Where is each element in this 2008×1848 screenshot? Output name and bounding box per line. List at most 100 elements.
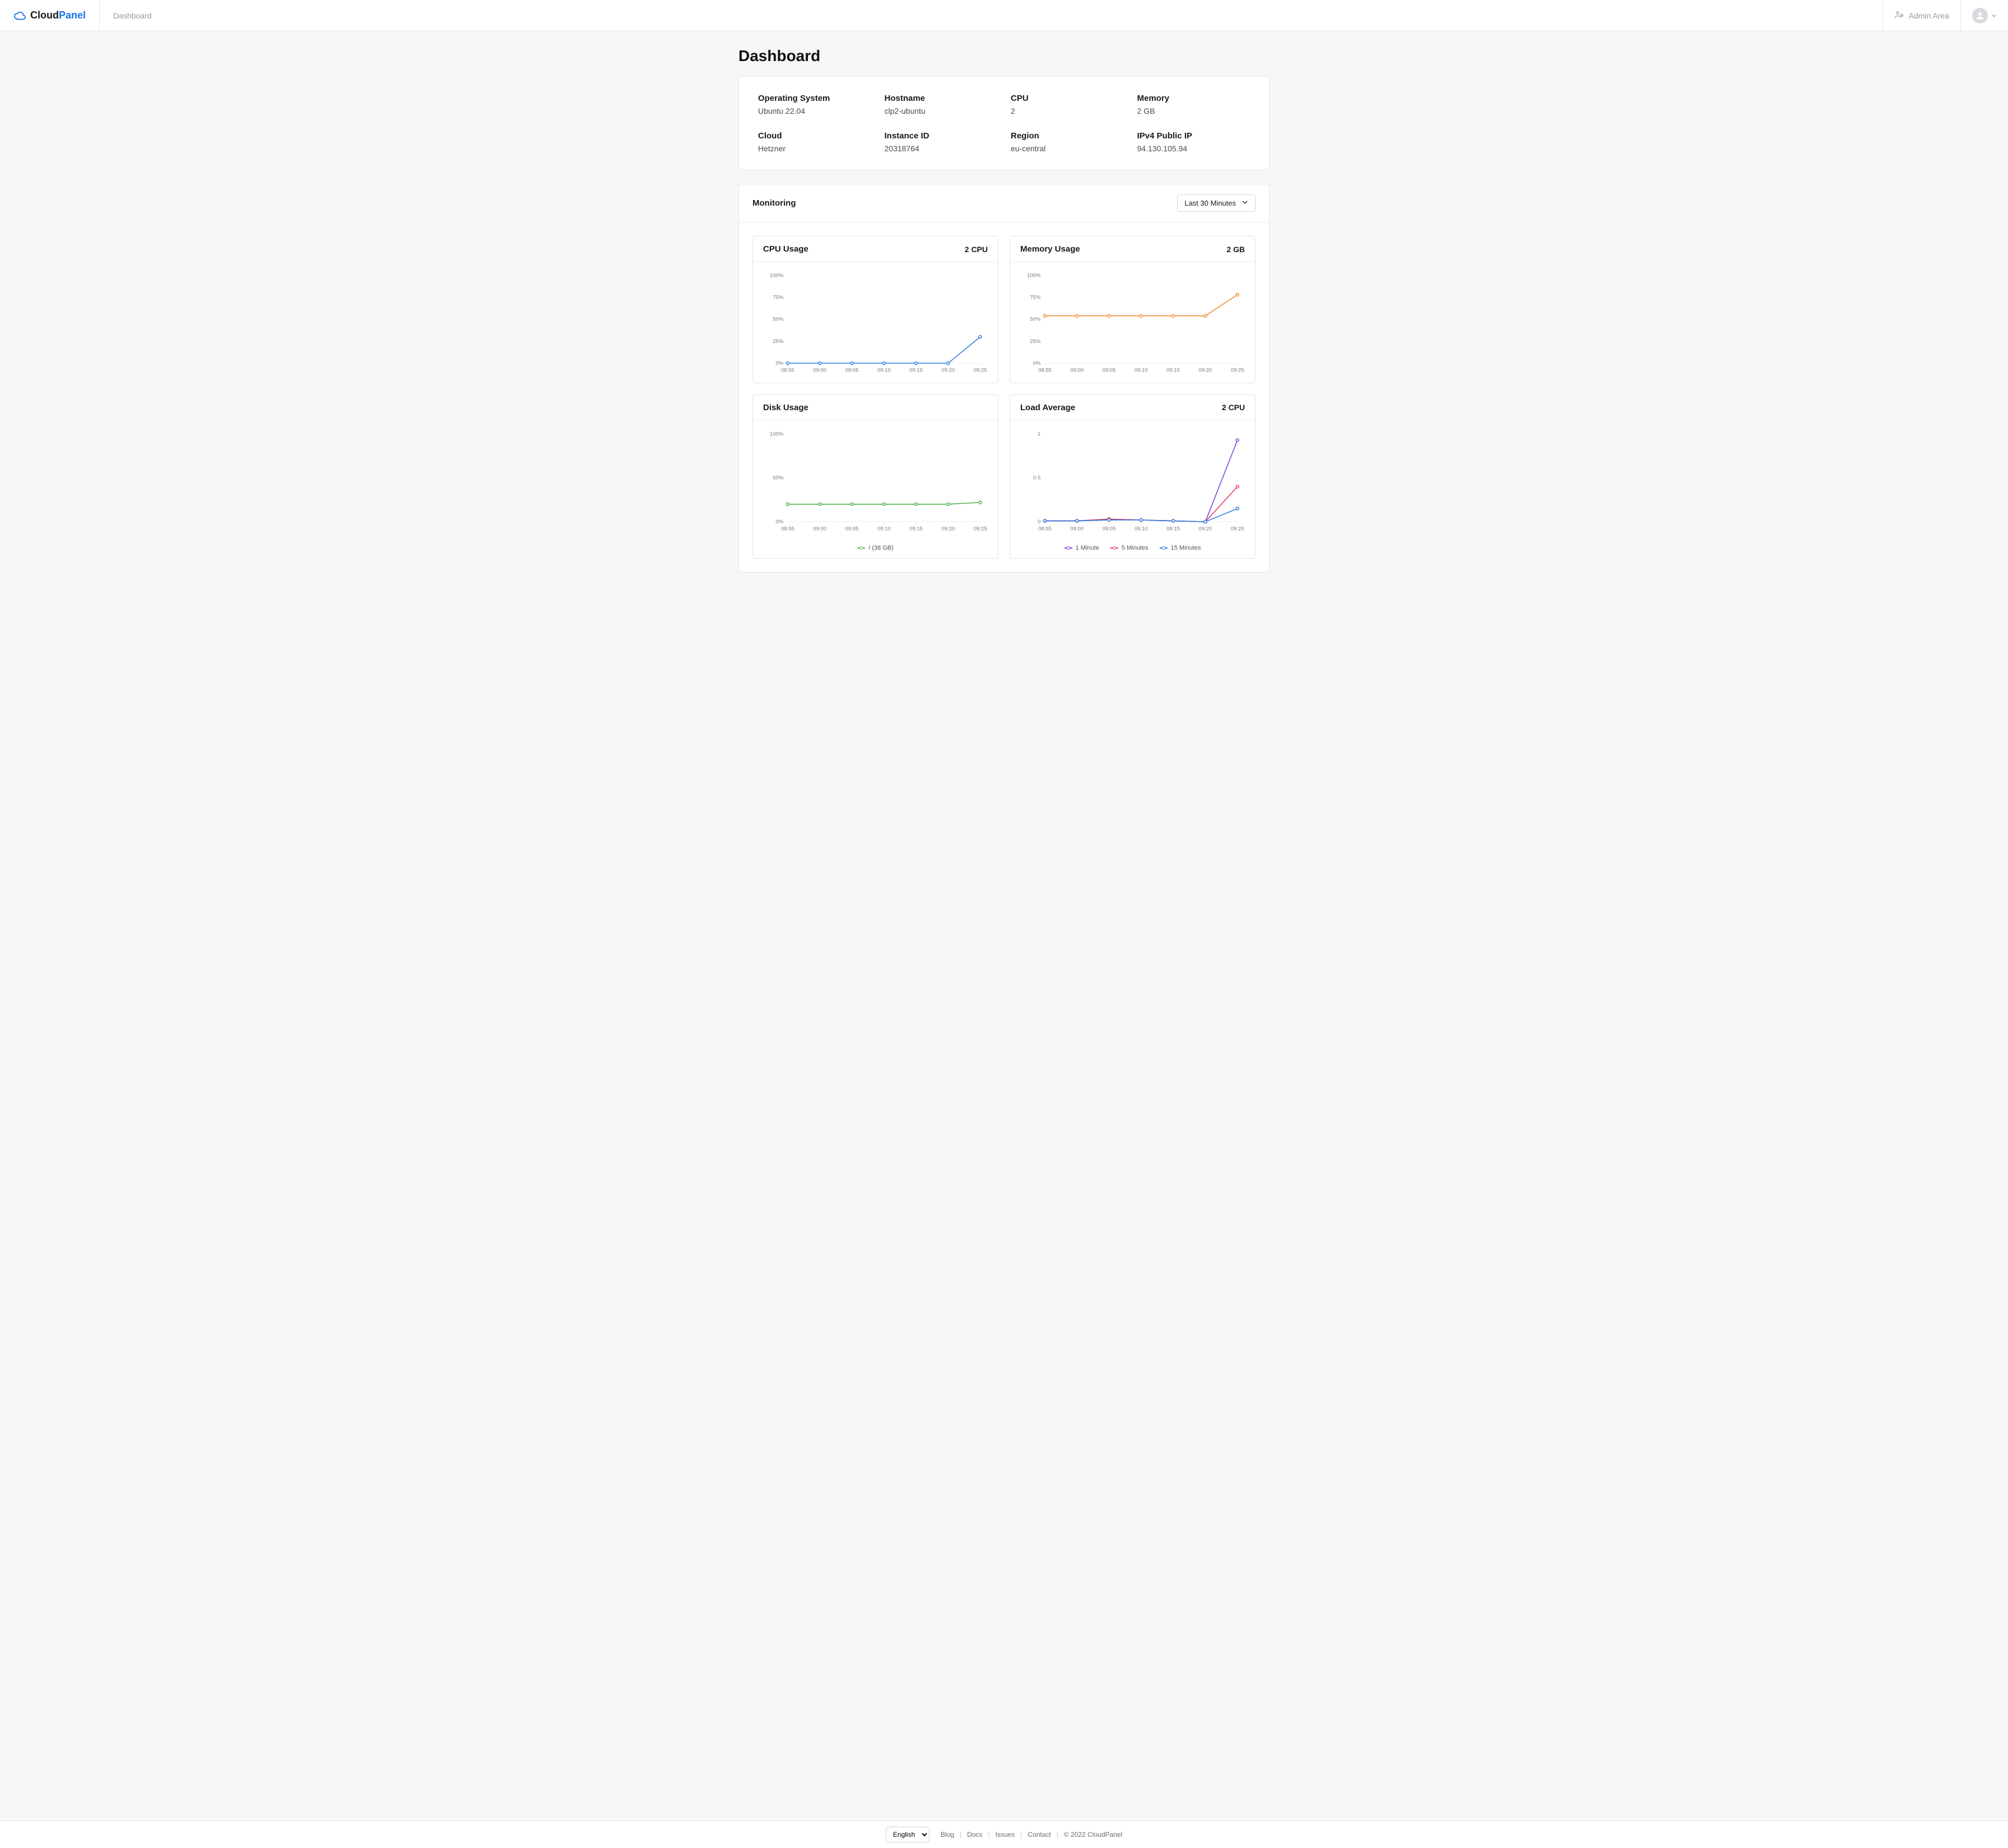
footer-link-contact[interactable]: Contact (1028, 1831, 1051, 1838)
svg-text:0%: 0% (776, 519, 784, 525)
brand-logo[interactable]: CloudPanel (0, 0, 100, 31)
language-select[interactable]: English (886, 1827, 929, 1842)
info-label: Operating System (758, 94, 871, 103)
svg-text:09:10: 09:10 (1135, 526, 1148, 532)
chart-svg: 0%25%50%75%100%08:5509:0009:0509:1009:15… (763, 270, 988, 377)
info-label: Hostname (885, 94, 998, 103)
info-cell: Memory 2 GB (1137, 94, 1251, 115)
svg-text:09:20: 09:20 (1198, 526, 1212, 532)
info-value: 2 (1011, 106, 1124, 115)
chart-legend: 1 Minute 5 Minutes 15 Minutes (1010, 541, 1255, 558)
svg-text:25%: 25% (773, 338, 784, 345)
footer-copyright: © 2022 CloudPanel (1064, 1831, 1122, 1838)
chart-load: Load Average2 CPU00.5108:5509:0009:0509:… (1010, 394, 1256, 559)
legend-item: 1 Minute (1065, 545, 1099, 551)
svg-text:75%: 75% (773, 295, 784, 301)
chart-memory: Memory Usage2 GB0%25%50%75%100%08:5509:0… (1010, 236, 1256, 383)
svg-text:09:00: 09:00 (813, 526, 826, 532)
svg-text:09:10: 09:10 (877, 526, 891, 532)
svg-text:100%: 100% (770, 272, 784, 278)
svg-text:50%: 50% (773, 317, 784, 323)
user-menu[interactable] (1960, 0, 2008, 31)
legend-item: 5 Minutes (1110, 545, 1149, 551)
system-info-card: Operating SystemUbuntu 22.04Hostnameclp2… (738, 76, 1270, 170)
time-range-dropdown[interactable]: Last 30 Minutes (1177, 194, 1256, 212)
time-range-label: Last 30 Minutes (1184, 199, 1236, 207)
chart-svg: 00.5108:5509:0009:0509:1009:1509:2009:25 (1020, 429, 1245, 536)
legend-item: 15 Minutes (1160, 545, 1201, 551)
chart-svg: 0%50%100%08:5509:0009:0509:1009:1509:200… (763, 429, 988, 536)
chart-meta: 2 GB (1226, 245, 1245, 254)
svg-text:09:15: 09:15 (909, 367, 923, 373)
footer-link-docs[interactable]: Docs (967, 1831, 982, 1838)
info-value: Hetzner (758, 144, 871, 153)
legend-item: / (38 GB) (857, 545, 894, 551)
svg-text:08:55: 08:55 (1038, 526, 1052, 532)
info-cell: Region eu-central (1011, 131, 1124, 153)
footer-link-blog[interactable]: Blog (941, 1831, 954, 1838)
monitoring-card: Monitoring Last 30 Minutes CPU Usage 2 CP… (738, 184, 1270, 573)
page-title: Dashboard (738, 47, 1270, 65)
svg-text:09:15: 09:15 (1166, 526, 1180, 532)
info-cell: Instance ID20318764 (885, 131, 998, 153)
svg-text:0%: 0% (776, 360, 784, 366)
svg-text:25%: 25% (1030, 338, 1041, 345)
svg-text:09:05: 09:05 (1103, 367, 1116, 373)
svg-text:100%: 100% (770, 431, 784, 437)
chart-title: Memory Usage (1020, 244, 1080, 254)
svg-text:09:15: 09:15 (909, 526, 923, 532)
svg-text:75%: 75% (1030, 295, 1041, 301)
nav: Dashboard (100, 0, 1882, 31)
svg-text:09:20: 09:20 (941, 526, 955, 532)
svg-text:08:55: 08:55 (781, 367, 794, 373)
info-value: 94.130.105.94 (1137, 144, 1251, 153)
nav-dashboard[interactable]: Dashboard (113, 11, 152, 20)
svg-text:09:10: 09:10 (1135, 367, 1148, 373)
svg-text:09:05: 09:05 (1103, 526, 1116, 532)
svg-text:09:20: 09:20 (941, 367, 955, 373)
svg-text:09:25: 09:25 (974, 367, 987, 373)
info-value: Ubuntu 22.04 (758, 106, 871, 115)
avatar-icon (1972, 8, 1988, 24)
chart-legend: / (38 GB) (753, 541, 998, 558)
chevron-down-icon (1242, 199, 1248, 207)
chart-disk: Disk Usage0%50%100%08:5509:0009:0509:100… (752, 394, 998, 559)
topbar: CloudPanel Dashboard Admin Area (0, 0, 2008, 31)
svg-text:09:25: 09:25 (974, 526, 987, 532)
info-value: eu-central (1011, 144, 1124, 153)
svg-text:08:55: 08:55 (781, 526, 794, 532)
brand-name: CloudPanel (30, 10, 86, 21)
admin-area-label: Admin Area (1909, 11, 1949, 20)
svg-text:1: 1 (1038, 431, 1040, 437)
chart-title: CPU Usage (763, 244, 808, 254)
main: Dashboard Operating System Ubuntu 22.04 Ho… (729, 31, 1279, 631)
svg-text:100%: 100% (1027, 272, 1041, 278)
svg-text:09:25: 09:25 (1231, 367, 1244, 373)
svg-text:09:00: 09:00 (813, 367, 826, 373)
footer: English Blog | Docs | Issues | Contact |… (0, 1821, 2008, 1848)
info-cell: Operating System Ubuntu 22.04 (758, 94, 871, 115)
info-cell: CPU 2 (1011, 94, 1124, 115)
chart-svg: 0%25%50%75%100%08:5509:0009:0509:1009:15… (1020, 270, 1245, 377)
svg-text:09:25: 09:25 (1231, 526, 1244, 532)
svg-text:09:00: 09:00 (1070, 526, 1084, 532)
info-label: Region (1011, 131, 1124, 141)
info-label: IPv4 Public IP (1137, 131, 1251, 141)
users-gear-icon (1894, 10, 1904, 21)
chart-title: Disk Usage (763, 403, 808, 412)
info-cell: IPv4 Public IP 94.130.105.94 (1137, 131, 1251, 153)
info-label: Memory (1137, 94, 1251, 103)
admin-area-link[interactable]: Admin Area (1882, 0, 1960, 31)
chevron-down-icon (1991, 11, 1997, 20)
footer-link-issues[interactable]: Issues (996, 1831, 1015, 1838)
svg-text:08:55: 08:55 (1038, 367, 1052, 373)
info-value: 2 GB (1137, 106, 1251, 115)
monitoring-title: Monitoring (752, 198, 796, 208)
chart-meta: 2 CPU (965, 245, 988, 254)
info-label: Instance ID (885, 131, 998, 141)
cloud-icon (13, 10, 26, 22)
info-label: CPU (1011, 94, 1124, 103)
svg-text:09:00: 09:00 (1070, 367, 1084, 373)
chart-title: Load Average (1020, 403, 1075, 412)
svg-text:09:05: 09:05 (845, 526, 859, 532)
